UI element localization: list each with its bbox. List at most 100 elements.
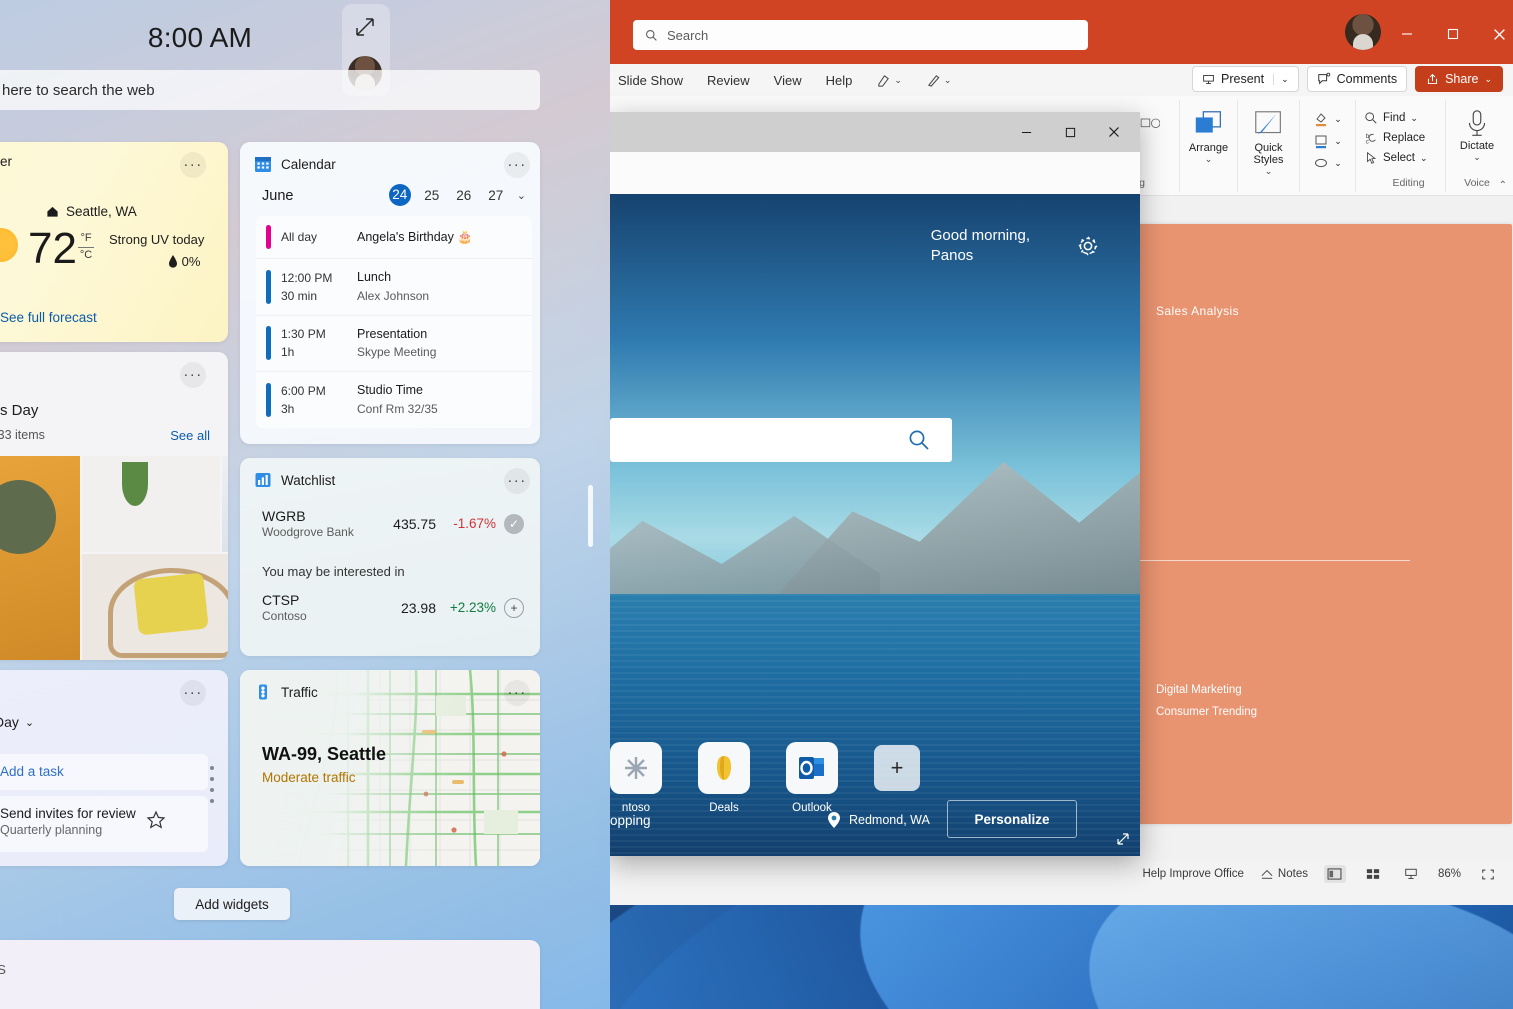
location-pin-icon xyxy=(828,812,840,828)
shape-outline-button[interactable]: ⌄ xyxy=(1313,133,1342,149)
calendar-event[interactable]: 1:30 PM 1h Presentation Skype Meeting xyxy=(256,315,532,372)
calendar-day-selector[interactable]: 24 25 26 27 ⌄ xyxy=(388,184,526,206)
shape-fill-button[interactable]: ⌄ xyxy=(1313,111,1342,127)
calendar-event[interactable]: 12:00 PM 30 min Lunch Alex Johnson xyxy=(256,259,532,316)
expand-icon[interactable] xyxy=(354,16,376,38)
todo-list-filter[interactable]: Day ⌄ xyxy=(0,714,34,730)
highlighter-tool[interactable]: ⌄ xyxy=(876,73,902,88)
traffic-widget-title: Traffic xyxy=(281,684,318,700)
chevron-down-icon[interactable]: ⌄ xyxy=(1273,73,1289,85)
edge-new-tab-page: Good morning, Panos ntoso Deals Outlook … xyxy=(610,194,1140,856)
photo-thumbnail[interactable] xyxy=(82,456,220,552)
replace-button[interactable]: b c Replace xyxy=(1364,131,1425,145)
ribbon-dictate-button[interactable]: Dictate ⌄ Voice xyxy=(1446,100,1508,192)
slide-sorter-button[interactable] xyxy=(1362,865,1384,883)
star-icon[interactable] xyxy=(146,810,166,830)
powerpoint-status-bar: Help Improve Office Notes 86% xyxy=(610,861,1513,887)
calendar-widget-menu[interactable]: ··· xyxy=(504,152,530,178)
fit-to-window-button[interactable] xyxy=(1477,865,1499,883)
widgets-web-search-input[interactable]: here to search the web xyxy=(0,70,540,110)
ribbon-collapse-button[interactable]: ⌃ xyxy=(1499,180,1507,191)
watchlist-row[interactable]: WGRB Woodgrove Bank 435.75 -1.67% ✓ xyxy=(262,508,524,539)
powerpoint-search-input[interactable]: Search xyxy=(633,20,1088,50)
chevron-down-icon[interactable]: ⌄ xyxy=(1484,74,1492,85)
calendar-event[interactable]: 6:00 PM 3h Studio Time Conf Rm 32/35 xyxy=(256,372,532,428)
edge-close-button[interactable] xyxy=(1103,123,1125,141)
calendar-event[interactable]: All day Angela's Birthday 🎂 xyxy=(256,216,532,259)
normal-view-button[interactable] xyxy=(1323,865,1346,883)
edge-maximize-button[interactable] xyxy=(1059,123,1081,141)
watchlist-widget-menu[interactable]: ··· xyxy=(504,468,530,494)
tab-slide-show[interactable]: Slide Show xyxy=(618,73,683,88)
photos-see-all-link[interactable]: See all xyxy=(170,428,210,443)
present-button[interactable]: Present ⌄ xyxy=(1192,66,1299,92)
todo-widget-menu[interactable]: ··· xyxy=(180,680,206,706)
select-button[interactable]: Select ⌄ xyxy=(1364,151,1428,165)
event-title: Angela's Birthday 🎂 xyxy=(357,229,473,244)
location-indicator[interactable]: Redmond, WA xyxy=(826,811,930,829)
bottom-partial-widget[interactable]: ES xyxy=(0,940,540,1009)
traffic-widget[interactable]: Traffic ··· WA-99, Seattle Moderate traf… xyxy=(240,670,540,866)
edge-page-search-input[interactable] xyxy=(610,418,952,462)
ribbon-quick-styles-button[interactable]: Quick Styles ⌄ xyxy=(1238,100,1300,192)
todo-task-row[interactable]: Send invites for review Quarterly planni… xyxy=(0,796,208,852)
traffic-widget-menu[interactable]: ··· xyxy=(504,680,530,706)
calendar-day-27[interactable]: 27 xyxy=(485,188,507,203)
calendar-day-24[interactable]: 24 xyxy=(388,184,411,206)
photos-widget[interactable]: ··· s Day · 33 items See all xyxy=(0,352,228,660)
photo-thumbnail[interactable] xyxy=(82,554,228,660)
todo-widget[interactable]: ··· Day ⌄ Add a task Send invites for re… xyxy=(0,670,228,866)
powerpoint-close-button[interactable] xyxy=(1488,24,1510,44)
weather-widget[interactable]: er ··· Seattle, WA 72 °F °C Strong UV to… xyxy=(0,142,228,342)
comments-button[interactable]: Comments xyxy=(1306,66,1408,92)
widgets-scrollbar[interactable] xyxy=(588,485,593,547)
see-full-forecast-link[interactable]: See full forecast xyxy=(0,310,97,325)
edge-browser-window[interactable]: ··· Good morning, Panos xyxy=(610,112,1140,856)
share-button[interactable]: Share ⌄ xyxy=(1415,66,1503,92)
tab-view[interactable]: View xyxy=(774,73,802,88)
calendar-day-25[interactable]: 25 xyxy=(421,188,443,203)
watchlist-widget[interactable]: Watchlist ··· WGRB Woodgrove Bank 435.75… xyxy=(240,458,540,656)
weather-unit-toggle[interactable]: °F °C xyxy=(78,232,94,263)
reading-view-button[interactable] xyxy=(1400,865,1422,883)
personalize-button[interactable]: Personalize xyxy=(947,800,1077,838)
powerpoint-minimize-button[interactable] xyxy=(1396,24,1418,44)
shape-effects-button[interactable]: ⌄ xyxy=(1313,155,1342,171)
help-improve-office-link[interactable]: Help Improve Office xyxy=(1143,868,1244,880)
tab-review[interactable]: Review xyxy=(707,73,750,88)
ribbon-shape-format-tools[interactable]: ⌄ ⌄ ⌄ xyxy=(1300,100,1356,192)
pen-tool[interactable]: ⌄ xyxy=(926,73,951,88)
photo-thumbnail[interactable] xyxy=(222,456,228,552)
page-settings-gear-icon[interactable] xyxy=(1076,234,1100,258)
select-cursor-icon xyxy=(1367,151,1377,164)
page-expand-icon[interactable] xyxy=(1116,832,1130,846)
watchlist-row[interactable]: CTSP Contoso 23.98 +2.23% + xyxy=(262,592,524,623)
add-widgets-button[interactable]: Add widgets xyxy=(174,888,290,920)
tab-help[interactable]: Help xyxy=(826,73,853,88)
calendar-day-26[interactable]: 26 xyxy=(453,188,475,203)
search-magnifier-icon[interactable] xyxy=(908,429,930,451)
todo-carousel-dots[interactable] xyxy=(210,766,214,803)
weather-widget-menu[interactable]: ··· xyxy=(180,152,206,178)
ribbon-group-editing: Find ⌄ b c Replace Select ⌄ Editing xyxy=(1356,100,1446,192)
photos-thumbnail-grid[interactable] xyxy=(0,456,228,660)
ribbon-arrange-button[interactable]: Arrange ⌄ xyxy=(1180,100,1238,192)
todo-add-task-row[interactable]: Add a task xyxy=(0,754,208,790)
calendar-widget[interactable]: Calendar ··· June 24 25 26 27 ⌄ All day … xyxy=(240,142,540,444)
powerpoint-maximize-button[interactable] xyxy=(1442,24,1464,44)
zoom-level[interactable]: 86% xyxy=(1438,868,1461,880)
shopping-link[interactable]: opping xyxy=(610,813,651,828)
present-screen-icon xyxy=(1203,74,1214,84)
notes-button[interactable]: Notes xyxy=(1260,868,1308,880)
widgets-board[interactable]: 8:00 AM here to search the web er ··· Se… xyxy=(0,0,610,1009)
find-button[interactable]: Find ⌄ xyxy=(1364,111,1418,125)
photos-widget-menu[interactable]: ··· xyxy=(180,362,206,388)
watchlist-add-button[interactable]: + xyxy=(504,597,524,618)
edge-minimize-button[interactable] xyxy=(1015,123,1037,141)
photo-thumbnail[interactable] xyxy=(0,456,80,660)
chevron-down-icon[interactable]: ⌄ xyxy=(517,189,526,202)
calendar-icon xyxy=(254,155,272,173)
watchlist-added-badge[interactable]: ✓ xyxy=(504,513,524,534)
powerpoint-account-avatar[interactable] xyxy=(1345,14,1381,50)
powerpoint-action-buttons[interactable]: Present ⌄ Comments Share ⌄ xyxy=(1192,66,1503,92)
